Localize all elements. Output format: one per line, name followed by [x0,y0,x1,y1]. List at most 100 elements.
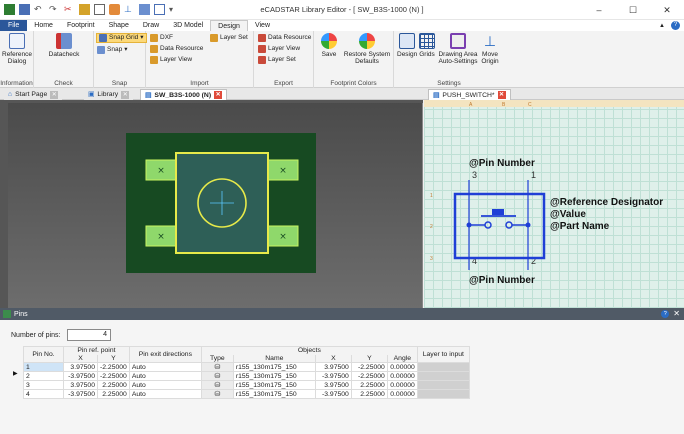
cell-pin-no[interactable]: 3 [23,380,64,390]
customize-icon[interactable]: ▾ [169,4,180,15]
cell-layer[interactable] [416,362,470,372]
cell-pin-no[interactable]: 1 [23,362,64,372]
col-type[interactable]: Type [200,354,234,363]
doc-tab-start-page[interactable]: ⌂ Start Page ✕ [4,89,63,100]
cell-name[interactable]: r155_130m175_150 [232,380,316,390]
datacheck-button[interactable]: Datacheck [42,33,86,58]
col-objects[interactable]: Objects [200,346,418,355]
cell-y[interactable]: 2.25000 [97,380,130,390]
comment-icon[interactable] [109,4,120,15]
cell-obj-y[interactable]: 2.25000 [350,389,388,399]
cell-x[interactable]: -3.97500 [63,371,98,381]
page-icon[interactable] [154,4,165,15]
number-of-pins-input[interactable]: 4 [67,329,111,341]
col-y[interactable]: Y [97,354,130,363]
cell-x[interactable]: -3.97500 [63,389,98,399]
save-colors-button[interactable]: Save [318,33,340,58]
cell-layer[interactable] [416,371,470,381]
tab-home[interactable]: Home [27,20,60,31]
tab-view[interactable]: View [248,20,277,31]
cell-layer[interactable] [416,389,470,399]
cell-obj-y[interactable]: 2.25000 [350,380,388,390]
import-layer-set-button[interactable]: Layer Set [210,33,248,43]
maximize-button[interactable]: ☐ [616,0,650,20]
doc-tab-symbol[interactable]: ▤ PUSH_SWITCH* ✕ [428,89,511,100]
cell-exit[interactable]: Auto [128,362,202,372]
close-tab-icon[interactable]: ✕ [121,90,130,99]
reference-dialog-button[interactable]: Reference Dialog [1,33,33,65]
collapse-ribbon-icon[interactable]: ▲ [659,23,665,29]
col-pin-ref-point[interactable]: Pin ref. point [63,346,130,355]
move-origin-button[interactable]: ⊥ Move Origin [478,33,502,65]
minimize-button[interactable]: – [582,0,616,20]
redo-icon[interactable]: ↷ [49,4,60,15]
restore-defaults-button[interactable]: Restore System Defaults [342,33,392,65]
tab-3d-model[interactable]: 3D Model [166,20,210,31]
pad-type-icon[interactable]: ⛁ [200,380,234,390]
zoom-icon[interactable] [94,4,105,15]
close-tab-icon[interactable]: ✕ [497,91,506,99]
save-icon[interactable] [19,4,30,15]
grid-icon[interactable] [139,4,150,15]
drawing-area-button[interactable]: Drawing Area Auto-Settings [438,33,478,65]
tab-shape[interactable]: Shape [102,20,136,31]
help-icon[interactable]: ? [671,21,680,30]
export-layer-set-button[interactable]: Layer Set [258,55,296,65]
tab-file[interactable]: File [0,20,28,31]
cell-y[interactable]: -2.25000 [97,362,130,372]
col-layer-to-input[interactable]: Layer to input [416,346,470,363]
cell-exit[interactable]: Auto [128,371,202,381]
col-obj-x[interactable]: X [314,354,352,363]
cell-y[interactable]: 2.25000 [97,389,130,399]
pad-type-icon[interactable]: ⛁ [200,389,234,399]
doc-tab-footprint[interactable]: ▤ SW_B3S-1000 (N) ✕ [140,89,228,100]
close-tab-icon[interactable]: ✕ [214,91,223,99]
tab-footprint[interactable]: Footprint [60,20,102,31]
design-settings-button[interactable]: Design [397,33,417,58]
cell-x[interactable]: 3.97500 [63,362,98,372]
cut-icon[interactable]: ✂ [64,4,75,15]
cell-obj-y[interactable]: -2.25000 [350,362,388,372]
symbol-canvas[interactable]: A B C 1 2 3 @Pin Number @Pin Number @Ref… [424,100,684,308]
cell-angle[interactable]: 0.00000 [386,371,418,381]
table-row[interactable]: 1 3.97500 -2.25000 Auto ⛁ r155_130m175_1… [23,362,470,372]
cell-angle[interactable]: 0.00000 [386,362,418,372]
undo-icon[interactable]: ↶ [34,4,45,15]
col-pin-exit[interactable]: Pin exit directions [128,346,202,363]
col-name[interactable]: Name [232,354,316,363]
cell-name[interactable]: r155_130m175_150 [232,362,316,372]
cell-layer[interactable] [416,380,470,390]
export-data-resource-button[interactable]: Data Resource [258,33,311,43]
doc-tab-library[interactable]: ▣ Library ✕ [84,89,134,100]
col-x[interactable]: X [63,354,98,363]
col-angle[interactable]: Angle [386,354,418,363]
cell-obj-x[interactable]: 3.97500 [314,362,352,372]
cell-name[interactable]: r155_130m175_150 [232,389,316,399]
table-row[interactable]: 2 -3.97500 -2.25000 Auto ⛁ r155_130m175_… [23,371,470,381]
export-layer-view-button[interactable]: Layer View [258,44,300,54]
tab-design[interactable]: Design [210,20,248,31]
cell-obj-x[interactable]: -3.97500 [314,371,352,381]
pad-type-icon[interactable]: ⛁ [200,371,234,381]
tab-draw[interactable]: Draw [136,20,166,31]
import-dxf-button[interactable]: DXF [150,33,173,43]
grids-button[interactable]: Grids [418,33,436,58]
cell-name[interactable]: r155_130m175_150 [232,371,316,381]
cell-pin-no[interactable]: 4 [23,389,64,399]
pad-type-icon[interactable]: ⛁ [200,362,234,372]
cell-exit[interactable]: Auto [128,380,202,390]
close-panel-icon[interactable]: ✕ [673,310,680,318]
cell-obj-y[interactable]: -2.25000 [350,371,388,381]
cell-x[interactable]: 3.97500 [63,380,98,390]
col-obj-y[interactable]: Y [350,354,388,363]
cell-y[interactable]: -2.25000 [97,371,130,381]
cell-angle[interactable]: 0.00000 [386,380,418,390]
cell-pin-no[interactable]: 2 [23,371,64,381]
snap-grid-icon[interactable] [79,4,90,15]
cell-exit[interactable]: Auto [128,389,202,399]
cell-obj-x[interactable]: -3.97500 [314,389,352,399]
import-data-resource-button[interactable]: Data Resource [150,44,203,54]
cell-angle[interactable]: 0.00000 [386,389,418,399]
footprint-canvas[interactable]: × × × × [0,100,423,308]
close-tab-icon[interactable]: ✕ [50,90,59,99]
